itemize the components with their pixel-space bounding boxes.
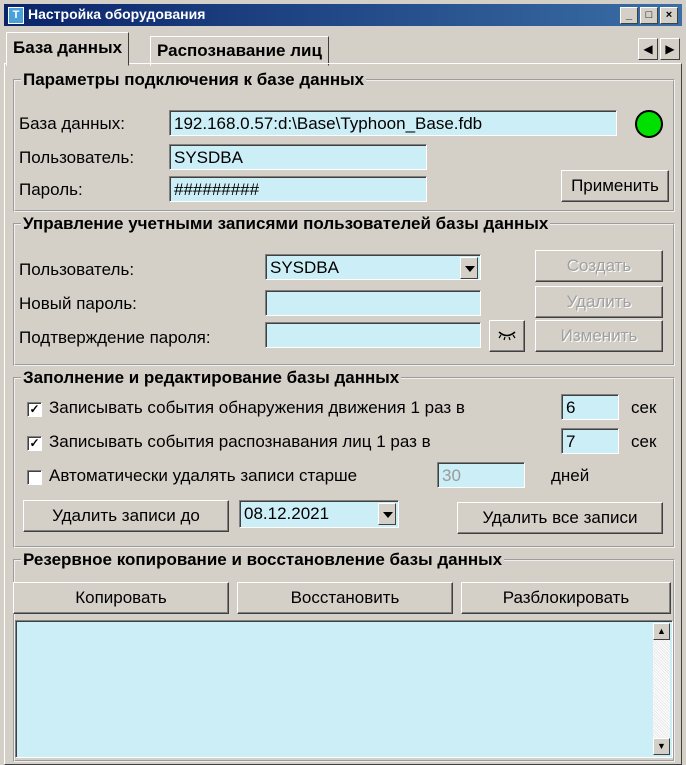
motion-interval-field[interactable]: 6 [561, 394, 619, 420]
motion-unit: сек [631, 398, 657, 417]
autodelete-label: Автоматически удалять записи старше [49, 466, 358, 485]
tab-panel-database: Параметры подключения к базе данных База… [4, 63, 682, 765]
change-password-button[interactable]: Изменить [535, 320, 663, 352]
delete-user-button[interactable]: Удалить [535, 286, 663, 318]
motion-label: Записывать события обнаружения движения … [49, 398, 465, 417]
fill-group-title: Заполнение и редактирование базы данных [23, 368, 400, 387]
autodelete-days-field[interactable]: 30 [437, 462, 525, 488]
account-user-select[interactable]: SYSDBA [265, 254, 481, 280]
close-button[interactable]: × [660, 7, 678, 24]
connection-status-indicator [635, 110, 663, 138]
backup-log[interactable]: ▲ ▼ [15, 620, 673, 758]
motion-checkbox[interactable]: ✓ [27, 402, 42, 417]
create-user-button[interactable]: Создать [535, 250, 663, 282]
tab-strip: База данных Распознавание лиц ◀ ▶ [4, 32, 682, 66]
apply-button[interactable]: Применить [561, 170, 669, 202]
backup-restore-button[interactable]: Восстановить [237, 582, 453, 614]
user-label: Пользователь: [19, 148, 135, 167]
delete-until-button[interactable]: Удалить записи до [23, 500, 229, 532]
tab-scroll-left-icon[interactable]: ◀ [638, 38, 658, 60]
title-bar[interactable]: T Настройка оборудования _ □ × [4, 4, 682, 26]
chevron-down-icon[interactable] [378, 503, 396, 525]
face-interval-field[interactable]: 7 [561, 428, 619, 454]
password-field[interactable]: ######### [169, 176, 427, 202]
unlock-button[interactable]: Разблокировать [461, 582, 671, 614]
account-user-selected: SYSDBA [270, 258, 339, 277]
confirm-password-field[interactable] [265, 322, 481, 348]
tab-scroll-right-icon[interactable]: ▶ [660, 38, 680, 60]
account-user-label: Пользователь: [19, 260, 135, 279]
eye-icon [498, 331, 516, 341]
show-password-button[interactable] [489, 320, 525, 352]
delete-until-date: 08.12.2021 [244, 504, 330, 523]
password-label: Пароль: [19, 180, 83, 199]
new-password-field[interactable] [265, 290, 481, 316]
chevron-down-icon[interactable] [460, 257, 478, 279]
scroll-up-icon[interactable]: ▲ [653, 623, 670, 640]
face-unit: сек [631, 432, 657, 451]
autodelete-checkbox[interactable] [27, 470, 42, 485]
window-title: Настройка оборудования [28, 6, 206, 22]
connection-group-title: Параметры подключения к базе данных [23, 70, 365, 89]
face-label: Записывать события распознавания лиц 1 р… [49, 432, 431, 451]
confirm-password-label: Подтверждение пароля: [19, 328, 211, 347]
app-icon: T [8, 7, 24, 24]
autodelete-unit: дней [551, 466, 590, 485]
backup-group-title: Резервное копирование и восстановление б… [23, 550, 503, 569]
backup-copy-button[interactable]: Копировать [13, 582, 229, 614]
settings-window: T Настройка оборудования _ □ × База данн… [0, 0, 686, 765]
tab-database[interactable]: База данных [6, 32, 130, 66]
tab-face-recognition[interactable]: Распознавание лиц [150, 36, 329, 66]
minimize-button[interactable]: _ [620, 7, 638, 24]
db-label: База данных: [19, 114, 125, 133]
maximize-button[interactable]: □ [640, 7, 658, 24]
username-field[interactable]: SYSDBA [169, 144, 427, 170]
log-scrollbar[interactable]: ▲ ▼ [653, 623, 670, 755]
scroll-down-icon[interactable]: ▼ [653, 738, 670, 755]
delete-all-button[interactable]: Удалить все записи [457, 502, 663, 534]
accounts-group-title: Управление учетными записями пользовател… [23, 214, 549, 233]
delete-until-date-picker[interactable]: 08.12.2021 [239, 500, 399, 528]
face-checkbox[interactable]: ✓ [27, 436, 42, 451]
new-password-label: Новый пароль: [19, 294, 137, 313]
db-path-field[interactable]: 192.168.0.57:d:\Base\Typhoon_Base.fdb [169, 110, 617, 136]
